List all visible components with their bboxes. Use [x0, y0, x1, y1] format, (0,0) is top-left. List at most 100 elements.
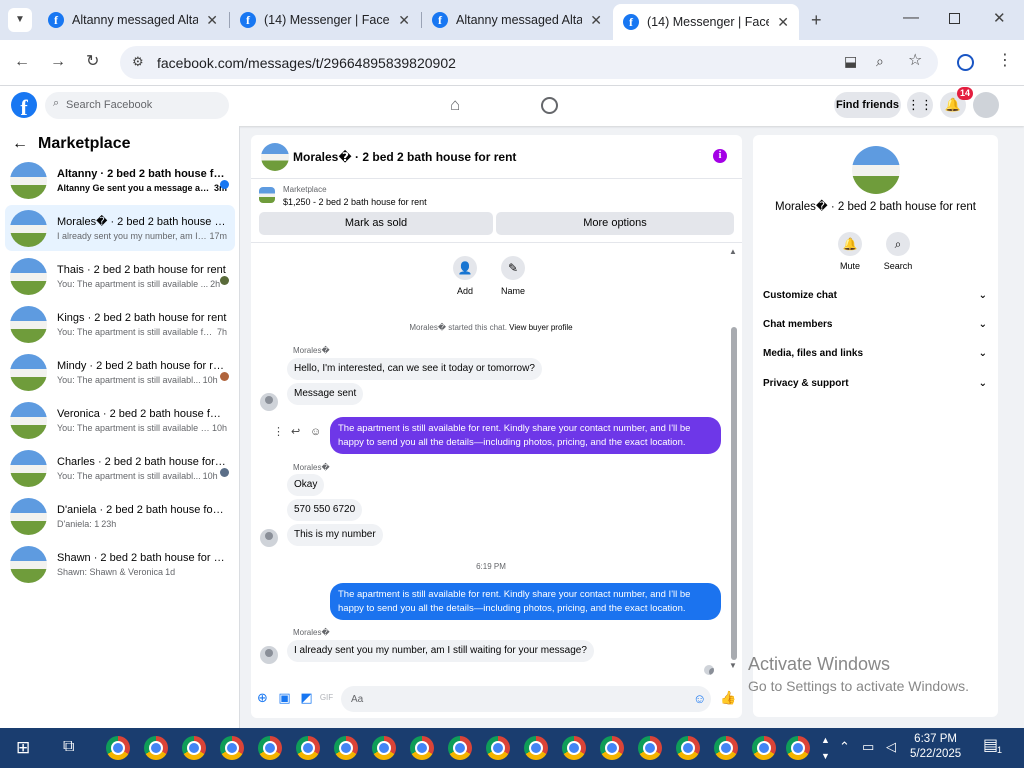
- add-action[interactable]: 👤 Add: [445, 256, 485, 296]
- incoming-message[interactable]: Okay: [287, 474, 325, 496]
- groups-icon[interactable]: [541, 97, 558, 114]
- chrome-taskbar-icon[interactable]: [410, 736, 434, 760]
- close-icon[interactable]: ✕: [206, 12, 218, 29]
- account-avatar[interactable]: [973, 92, 999, 118]
- gif-icon[interactable]: GIF: [319, 690, 334, 705]
- bookmark-star-icon[interactable]: ☆: [908, 53, 922, 69]
- close-icon[interactable]: ✕: [398, 12, 410, 29]
- conversation-item[interactable]: Mindy · 2 bed 2 bath house for rent You:…: [5, 349, 235, 395]
- new-tab-icon[interactable]: +: [811, 11, 822, 29]
- conversation-item[interactable]: D'aniela · 2 bed 2 bath house for rent D…: [5, 493, 235, 539]
- chrome-taskbar-icon[interactable]: [676, 736, 700, 760]
- chrome-taskbar-icon[interactable]: [220, 736, 244, 760]
- incoming-message[interactable]: I already sent you my number, am I still…: [287, 640, 594, 662]
- more-options-button[interactable]: More options: [496, 212, 734, 235]
- privacy-support-section[interactable]: Privacy & support ⌄: [763, 378, 987, 389]
- tab-2[interactable]: f (14) Messenger | Faceb ✕: [230, 6, 420, 34]
- chrome-taskbar-icon[interactable]: [296, 736, 320, 760]
- chrome-taskbar-icon[interactable]: [334, 736, 358, 760]
- chrome-taskbar-icon[interactable]: [786, 736, 810, 760]
- sender-avatar[interactable]: [260, 646, 278, 664]
- profile-icon[interactable]: [957, 54, 974, 71]
- forward-icon[interactable]: →: [50, 54, 66, 70]
- tray-expand-icon[interactable]: ⌃: [839, 740, 850, 753]
- view-buyer-profile-link[interactable]: View buyer profile: [509, 323, 572, 332]
- scroll-up-icon[interactable]: ▲: [729, 248, 737, 256]
- back-arrow-icon[interactable]: ←: [12, 135, 28, 153]
- search-button[interactable]: ⌕ Search: [878, 232, 918, 271]
- volume-icon[interactable]: ◁: [886, 740, 896, 753]
- outgoing-message[interactable]: The apartment is still available for ren…: [330, 417, 721, 454]
- chrome-taskbar-icon[interactable]: [714, 736, 738, 760]
- incoming-message[interactable]: This is my number: [287, 524, 383, 546]
- chrome-taskbar-icon[interactable]: [372, 736, 396, 760]
- chat-members-section[interactable]: Chat members ⌄: [763, 319, 987, 330]
- home-icon[interactable]: ⌂: [450, 96, 460, 113]
- media-files-links-section[interactable]: Media, files and links ⌄: [763, 348, 987, 359]
- tab-3[interactable]: f Altanny messaged Alta ✕: [422, 6, 612, 34]
- reload-icon[interactable]: ↻: [86, 54, 99, 70]
- chrome-taskbar-icon[interactable]: [106, 736, 130, 760]
- chrome-taskbar-icon[interactable]: [448, 736, 472, 760]
- chrome-taskbar-icon[interactable]: [182, 736, 206, 760]
- chrome-taskbar-icon[interactable]: [600, 736, 624, 760]
- message-input[interactable]: Aa ☺: [341, 686, 711, 712]
- chrome-taskbar-icon[interactable]: [258, 736, 282, 760]
- mark-as-sold-button[interactable]: Mark as sold: [259, 212, 493, 235]
- scroll-down-icon[interactable]: ▼: [729, 662, 737, 670]
- tab-search-icon[interactable]: ▼: [8, 8, 32, 32]
- conversation-item[interactable]: Kings · 2 bed 2 bath house for rent You:…: [5, 301, 235, 347]
- sender-avatar[interactable]: [260, 393, 278, 411]
- conversation-item[interactable]: Charles · 2 bed 2 bath house for rent Yo…: [5, 445, 235, 491]
- emoji-icon[interactable]: ☺: [693, 692, 706, 705]
- network-icon[interactable]: ▭: [862, 740, 874, 753]
- facebook-logo-icon[interactable]: f: [11, 92, 37, 118]
- find-friends-button[interactable]: Find friends: [834, 92, 901, 118]
- sticker-icon[interactable]: ◩: [299, 690, 314, 705]
- listing-photo[interactable]: [852, 146, 900, 194]
- customize-chat-section[interactable]: Customize chat ⌄: [763, 290, 987, 301]
- chrome-taskbar-icon[interactable]: [752, 736, 776, 760]
- taskbar-clock[interactable]: 6:37 PM 5/22/2025: [910, 732, 961, 762]
- task-view-icon[interactable]: ⧉: [63, 739, 74, 755]
- message-more-icon[interactable]: ⋮: [273, 427, 284, 438]
- sender-avatar[interactable]: [260, 529, 278, 547]
- conversation-item[interactable]: Shawn · 2 bed 2 bath house for rent Shaw…: [5, 541, 235, 587]
- conversation-item-selected[interactable]: Morales� · 2 bed 2 bath house for rent I…: [5, 205, 235, 251]
- site-info-icon[interactable]: ⚙: [132, 55, 144, 68]
- windows-start-icon[interactable]: ⊞: [16, 739, 30, 756]
- menu-grid-icon[interactable]: ⋮⋮: [907, 92, 933, 118]
- conversation-item[interactable]: Altanny · 2 bed 2 bath house for rent Al…: [5, 157, 235, 203]
- more-menu-icon[interactable]: ⋮: [997, 53, 1013, 69]
- chrome-taskbar-icon[interactable]: [524, 736, 548, 760]
- info-icon[interactable]: i: [713, 149, 727, 163]
- photo-icon[interactable]: ▣: [277, 690, 292, 705]
- chrome-taskbar-icon[interactable]: [144, 736, 168, 760]
- tab-4-active[interactable]: f (14) Messenger | Faceb ✕: [613, 4, 799, 40]
- tab-1[interactable]: f Altanny messaged Alta ✕: [38, 6, 228, 34]
- minimize-icon[interactable]: —: [903, 10, 919, 26]
- window-close-icon[interactable]: ✕: [993, 11, 1006, 26]
- outgoing-message[interactable]: The apartment is still available for ren…: [330, 583, 721, 620]
- react-emoji-icon[interactable]: ☺: [310, 427, 321, 438]
- thumbs-up-icon[interactable]: 👍: [720, 690, 736, 705]
- close-icon[interactable]: ✕: [590, 12, 602, 29]
- chat-scrollbar[interactable]: [731, 327, 737, 660]
- chrome-taskbar-icon[interactable]: [638, 736, 662, 760]
- listing-price-title[interactable]: $1,250 - 2 bed 2 bath house for rent: [283, 197, 427, 207]
- incoming-message[interactable]: Hello, I'm interested, can we see it tod…: [287, 358, 542, 380]
- restore-icon[interactable]: [949, 13, 960, 24]
- back-icon[interactable]: ←: [14, 54, 30, 70]
- close-icon[interactable]: ✕: [777, 14, 789, 31]
- action-center-icon[interactable]: ▤: [983, 738, 998, 754]
- name-action[interactable]: ✎ Name: [493, 256, 533, 296]
- taskbar-scroll-icon[interactable]: ▲ ▼: [821, 732, 830, 764]
- reply-icon[interactable]: ↩: [291, 427, 300, 438]
- chat-title[interactable]: Morales� · 2 bed 2 bath house for rent: [293, 150, 516, 164]
- zoom-icon[interactable]: ⌕: [876, 54, 884, 68]
- mute-button[interactable]: 🔔 Mute: [830, 232, 870, 271]
- incoming-message[interactable]: 570 550 6720: [287, 499, 363, 521]
- chat-listing-thumbnail[interactable]: [261, 143, 289, 171]
- conversation-item[interactable]: Thais · 2 bed 2 bath house for rent You:…: [5, 253, 235, 299]
- conversation-item[interactable]: Veronica · 2 bed 2 bath house for rent Y…: [5, 397, 235, 443]
